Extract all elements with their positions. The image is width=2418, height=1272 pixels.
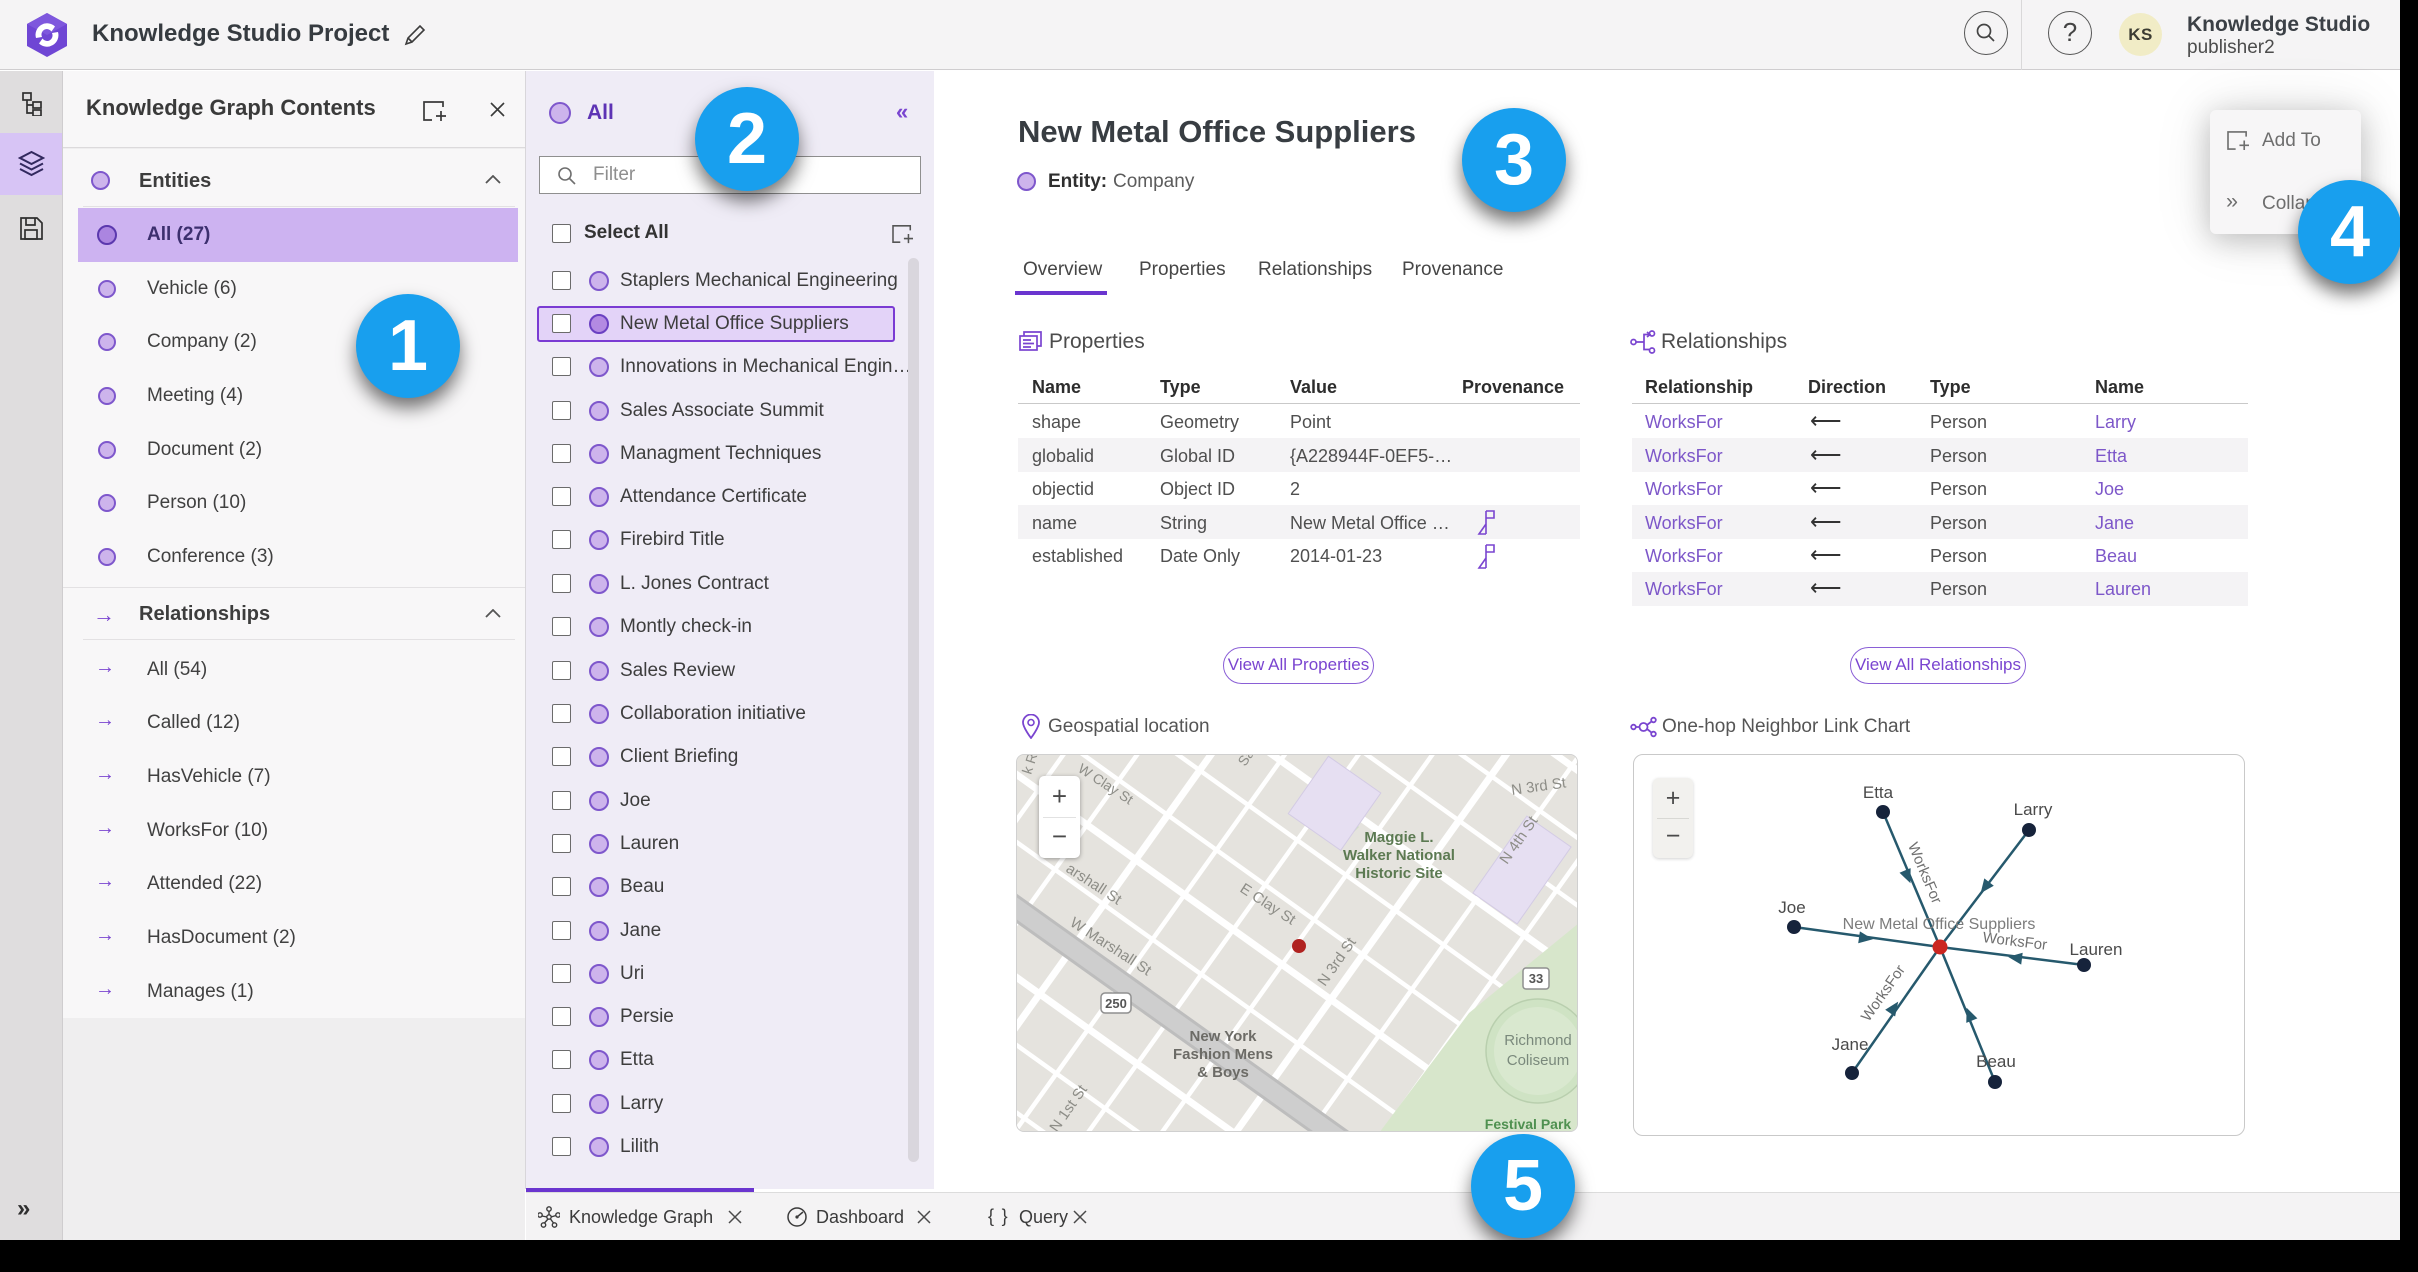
svg-text:Coliseum: Coliseum (1507, 1052, 1570, 1069)
svg-text:Etta: Etta (1863, 783, 1894, 802)
svg-text:250: 250 (1105, 996, 1127, 1011)
svg-text:33: 33 (1529, 971, 1543, 986)
svg-text:Walker National: Walker National (1343, 847, 1455, 864)
svg-text:Historic Site: Historic Site (1355, 865, 1443, 882)
svg-text:Larry: Larry (2014, 800, 2053, 819)
svg-text:WorksFor: WorksFor (1858, 962, 1909, 1025)
svg-text:Richmond: Richmond (1504, 1032, 1572, 1049)
svg-text:Jane: Jane (1832, 1035, 1869, 1054)
svg-text:& Boys: & Boys (1197, 1064, 1249, 1081)
svg-text:Lauren: Lauren (2070, 940, 2123, 959)
svg-text:Fashion Mens: Fashion Mens (1173, 1046, 1273, 1063)
svg-text:Maggie L.: Maggie L. (1364, 829, 1433, 846)
svg-text:Joe: Joe (1778, 898, 1805, 917)
svg-text:New York: New York (1190, 1028, 1258, 1045)
svg-text:New Metal Office Suppliers: New Metal Office Suppliers (1843, 916, 2036, 933)
svg-text:Festival Park: Festival Park (1485, 1116, 1572, 1132)
svg-text:Beau: Beau (1976, 1052, 2016, 1071)
